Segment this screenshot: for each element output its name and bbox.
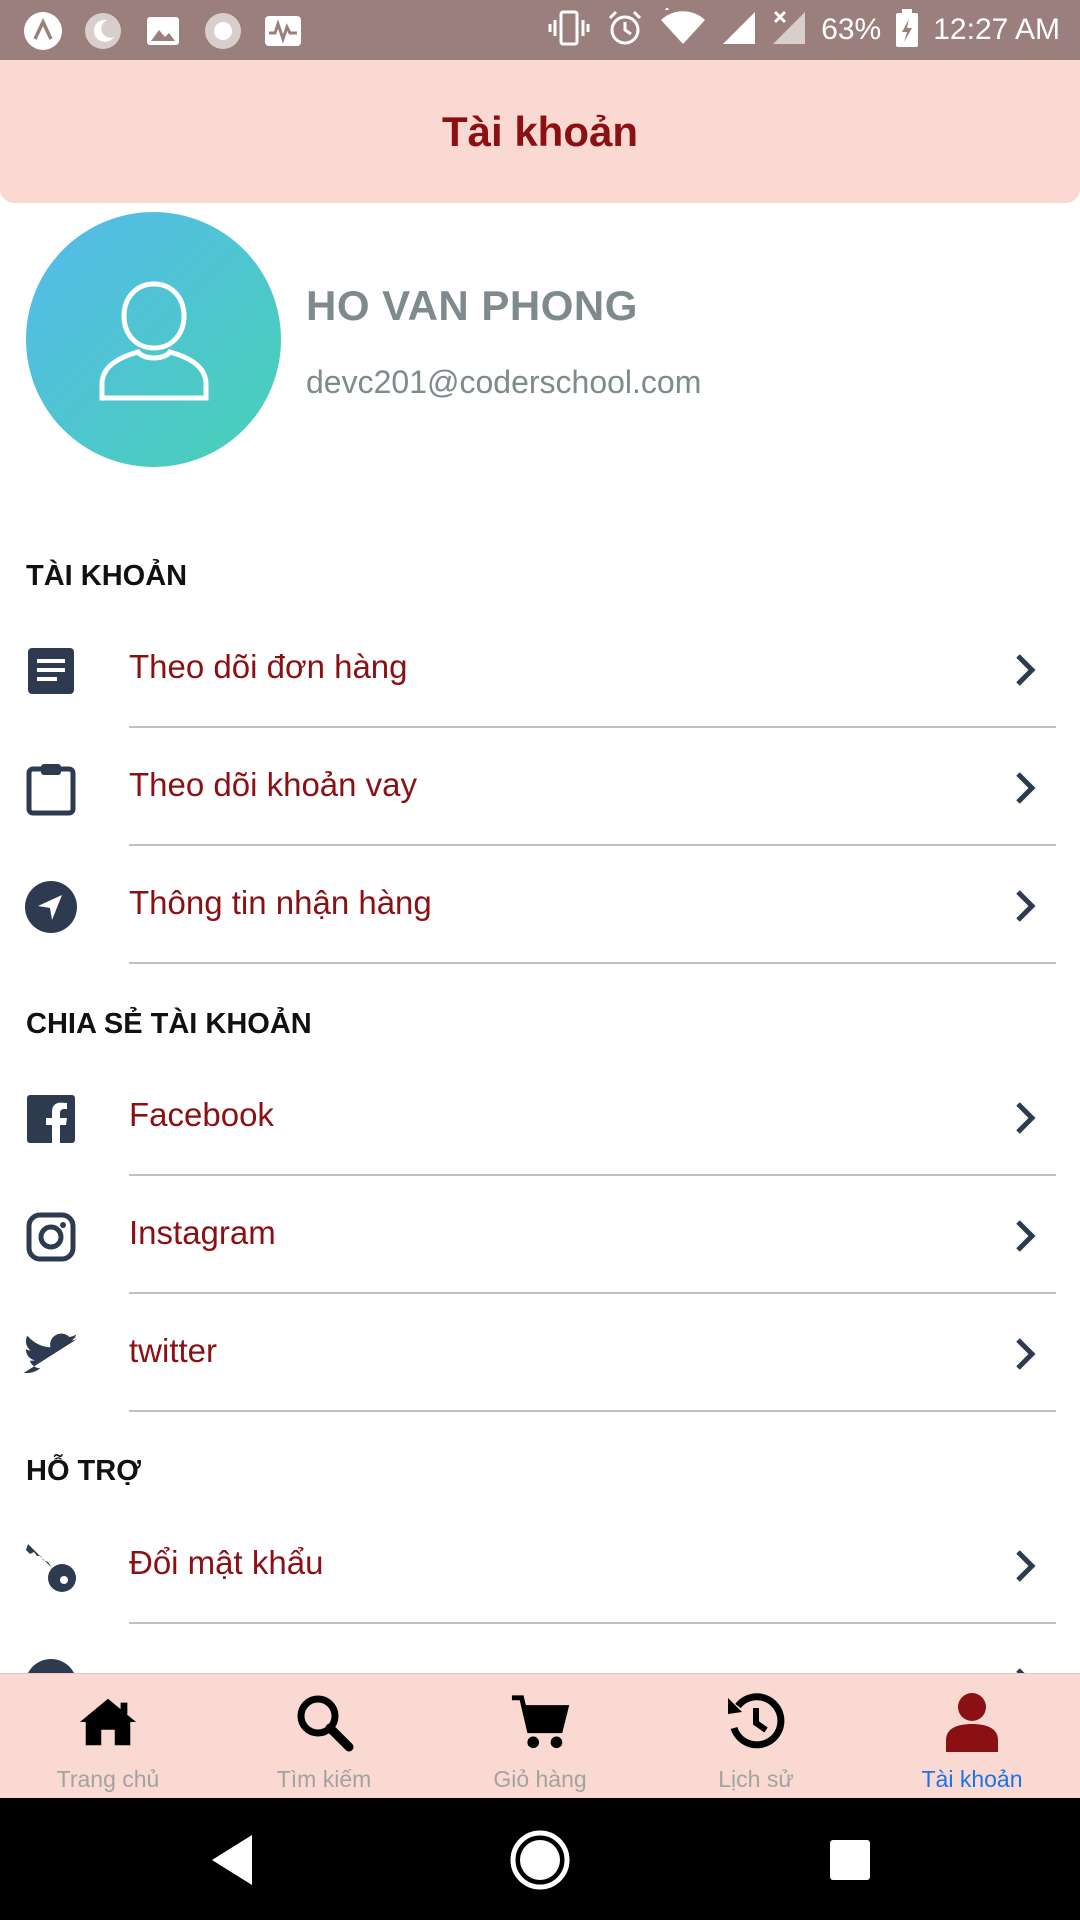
search-icon [294,1692,354,1752]
twitter-icon [24,1328,78,1382]
tab-label: Giỏ hàng [493,1766,587,1792]
app-a-icon [22,10,64,52]
chevron-right-icon [1010,768,1040,808]
tab-cart[interactable]: Giỏ hàng [432,1674,648,1799]
location-arrow-icon [24,880,78,934]
image-icon [142,10,184,52]
menu-item-label: Theo dõi khoản vay [129,766,418,803]
wifi-icon [659,6,707,53]
status-bar: 63% 12:27 AM [0,0,1080,60]
moon-icon [82,10,124,52]
menu-item-facebook[interactable]: Facebook [0,1058,1080,1176]
profile-email: devc201@coderschool.com [306,364,702,400]
menu-item-label: twitter [129,1332,218,1369]
menu-item-loan-tracking[interactable]: Theo dõi khoản vay [0,728,1080,846]
chevron-right-icon [1010,1216,1040,1256]
chevron-right-icon [1010,886,1040,926]
battery-percent: 63% [821,13,882,46]
menu-item-instagram[interactable]: Instagram [0,1176,1080,1294]
divider [129,1410,1056,1412]
tab-home[interactable]: Trang chủ [0,1674,216,1799]
divider [129,962,1056,964]
user-outline-icon [99,280,208,400]
clipboard-icon [24,762,78,816]
chevron-right-icon [1010,1664,1040,1673]
menu-item-shipping-info[interactable]: Thông tin nhận hàng [0,846,1080,964]
instagram-icon [24,1210,78,1264]
tab-label: Tài khoản [921,1766,1023,1792]
chevron-right-icon [1010,1334,1040,1374]
menu-item-label: Facebook [129,1096,274,1133]
home-icon [78,1692,138,1752]
system-status: 63% 12:27 AM [547,6,1060,53]
activity-icon [262,10,304,52]
tab-label: Trang chủ [56,1766,160,1792]
recents-icon[interactable] [818,1828,882,1892]
vibrate-icon [547,8,591,53]
menu-item-order-tracking[interactable]: Theo dõi đơn hàng [0,610,1080,728]
tab-label: Tìm kiếm [276,1766,372,1792]
signal-no-data-icon [771,8,807,53]
avatar[interactable] [26,212,281,467]
clock: 12:27 AM [933,13,1060,46]
help-circle-icon [24,1658,78,1673]
user-icon [942,1692,1002,1752]
signal-icon [721,8,757,53]
notification-icons [22,10,304,52]
profile-name: HO VAN PHONG [306,282,638,329]
chevron-right-icon [1010,1546,1040,1586]
menu-item-partial[interactable] [0,1624,1080,1673]
section-title-support: HỖ TRỢ [26,1455,141,1487]
chevron-right-icon [1010,650,1040,690]
menu-item-label: Instagram [129,1214,276,1251]
chevron-right-icon [1010,1098,1040,1138]
menu-item-twitter[interactable]: twitter [0,1294,1080,1412]
bottom-navigation: Trang chủ Tìm kiếm Giỏ hàng Lịch sử Tài … [0,1673,1080,1798]
tab-history[interactable]: Lịch sử [648,1674,864,1799]
tab-label: Lịch sử [718,1766,794,1792]
document-icon [24,644,78,698]
home-button-icon[interactable] [508,1828,572,1892]
tab-search[interactable]: Tìm kiếm [216,1674,432,1799]
cart-icon [510,1692,570,1752]
battery-icon [895,8,919,53]
facebook-icon [24,1092,78,1146]
menu-item-label: Đổi mật khẩu [129,1544,324,1581]
page-title: Tài khoản [441,107,639,155]
key-icon [24,1540,78,1594]
alarm-icon [605,8,645,53]
menu-item-change-password[interactable]: Đổi mật khẩu [0,1506,1080,1624]
system-navigation-bar [0,1798,1080,1920]
menu-item-label: Theo dõi đơn hàng [129,648,408,685]
section-title-share: CHIA SẺ TÀI KHOẢN [26,1008,312,1040]
back-icon[interactable] [200,1828,264,1892]
app-header: Tài khoản [0,60,1080,203]
menu-item-label: Thông tin nhận hàng [129,884,432,921]
history-icon [726,1692,786,1752]
record-icon [202,10,244,52]
tab-account[interactable]: Tài khoản [864,1674,1080,1799]
section-title-account: TÀI KHOẢN [26,560,188,592]
